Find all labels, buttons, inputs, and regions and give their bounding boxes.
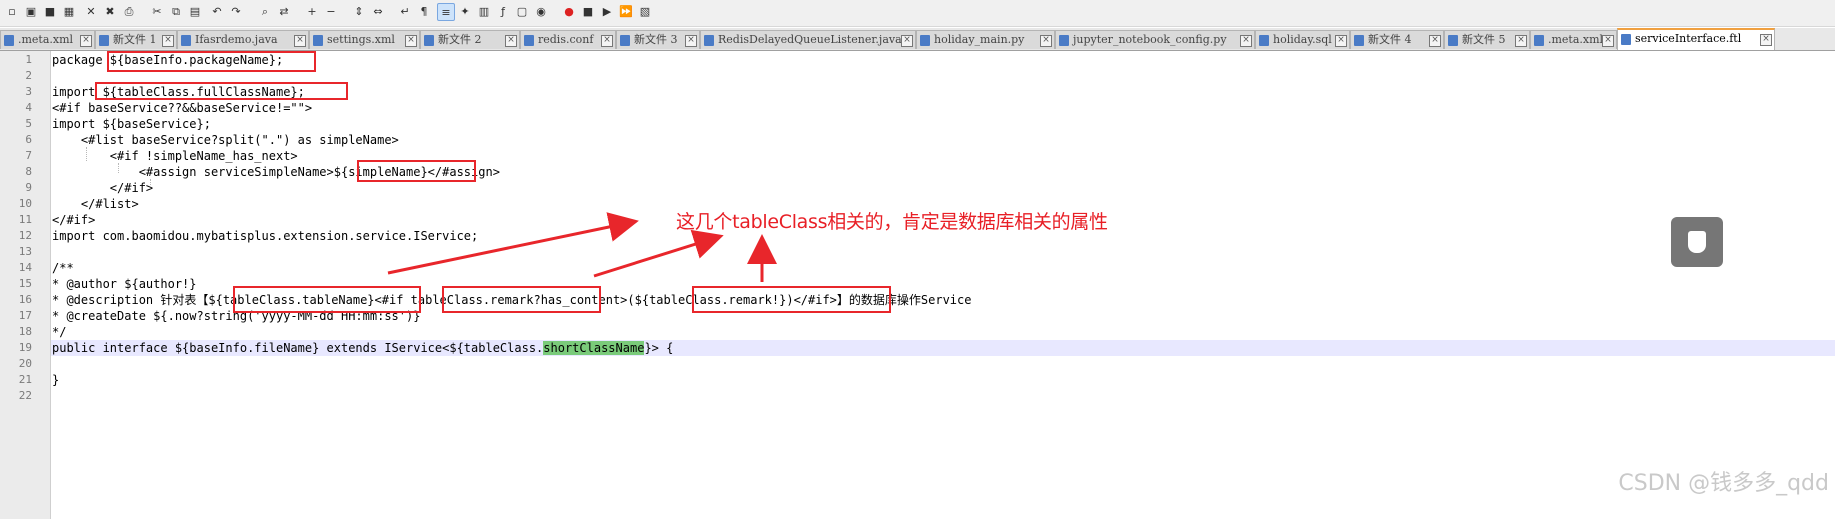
annotation-text: 这几个tableClass相关的，肯定是数据库相关的属性 xyxy=(676,211,1108,233)
annotation-arrow-1 xyxy=(387,212,639,275)
plugin-icon xyxy=(1688,231,1706,253)
floating-plugin-button[interactable] xyxy=(1671,217,1723,267)
watermark: CSDN @钱多多_qdd xyxy=(1618,471,1829,496)
annotation-arrows xyxy=(387,212,777,282)
annotation-arrow-2 xyxy=(593,229,724,278)
